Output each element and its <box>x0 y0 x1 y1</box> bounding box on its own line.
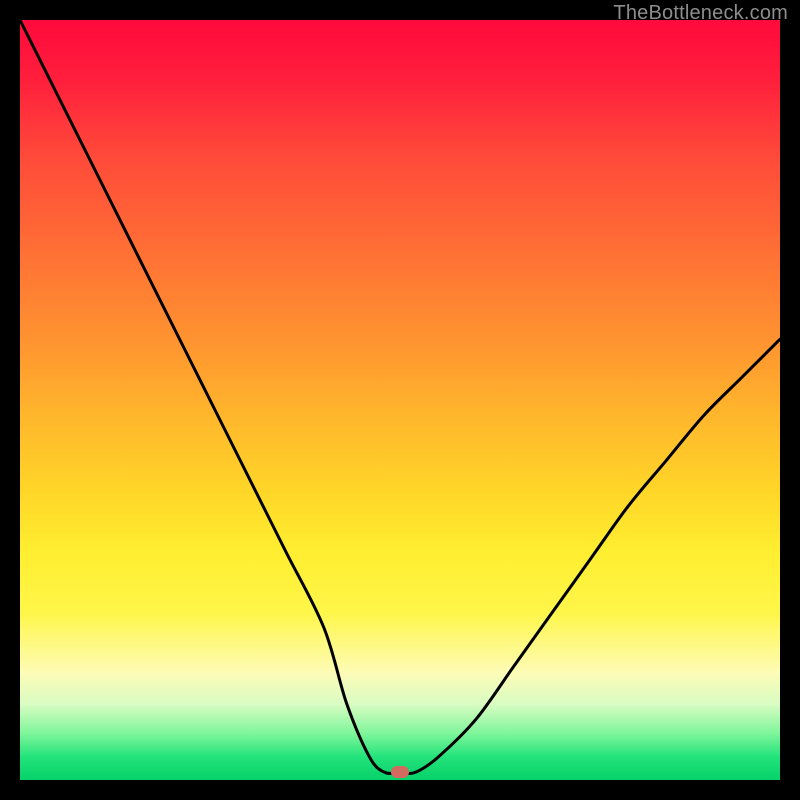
watermark-text: TheBottleneck.com <box>613 2 788 25</box>
optimal-point-marker <box>391 766 409 778</box>
bottleneck-curve <box>20 20 780 780</box>
chart-frame: TheBottleneck.com <box>0 0 800 800</box>
curve-path <box>20 20 780 774</box>
plot-area <box>20 20 780 780</box>
